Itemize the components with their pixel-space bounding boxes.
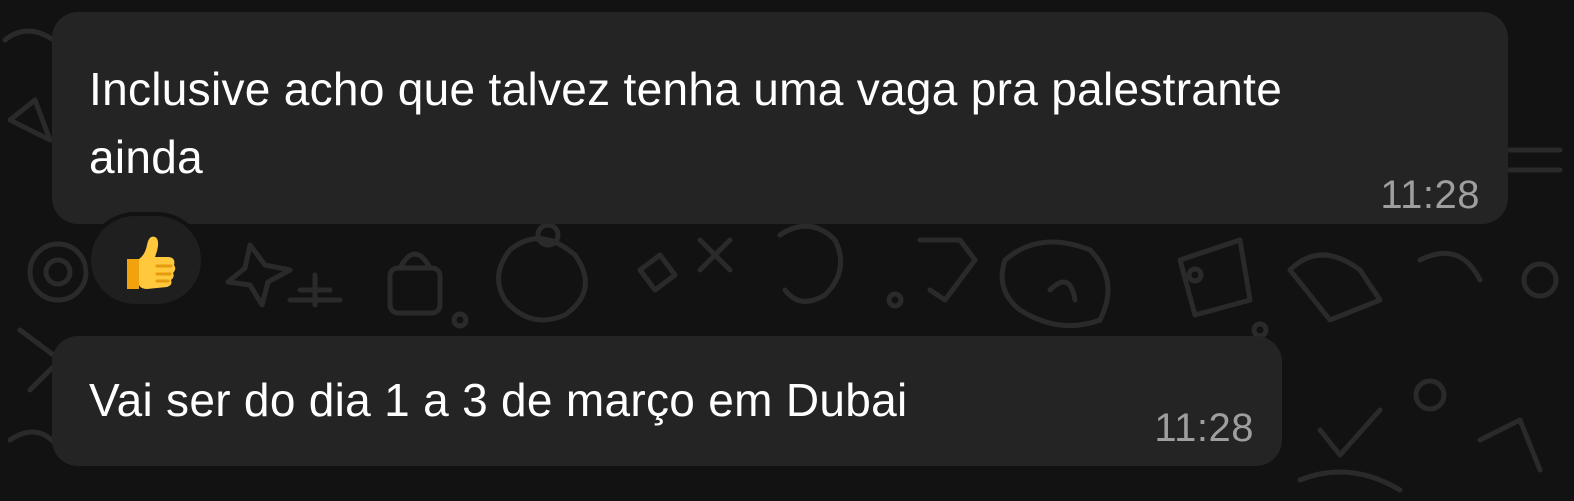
message-text: Inclusive acho que talvez tenha uma vaga… bbox=[89, 63, 1296, 183]
message-reaction[interactable] bbox=[87, 212, 205, 308]
message-timestamp: 11:28 bbox=[1154, 406, 1254, 450]
thumbs-up-icon bbox=[127, 236, 176, 289]
message-timestamp: 11:28 bbox=[1380, 173, 1480, 217]
message-bubble[interactable]: Inclusive acho que talvez tenha uma vaga… bbox=[52, 12, 1508, 224]
message-bubble[interactable]: Vai ser do dia 1 a 3 de março em Dubai 1… bbox=[52, 336, 1282, 466]
message-text: Vai ser do dia 1 a 3 de março em Dubai bbox=[89, 374, 908, 426]
